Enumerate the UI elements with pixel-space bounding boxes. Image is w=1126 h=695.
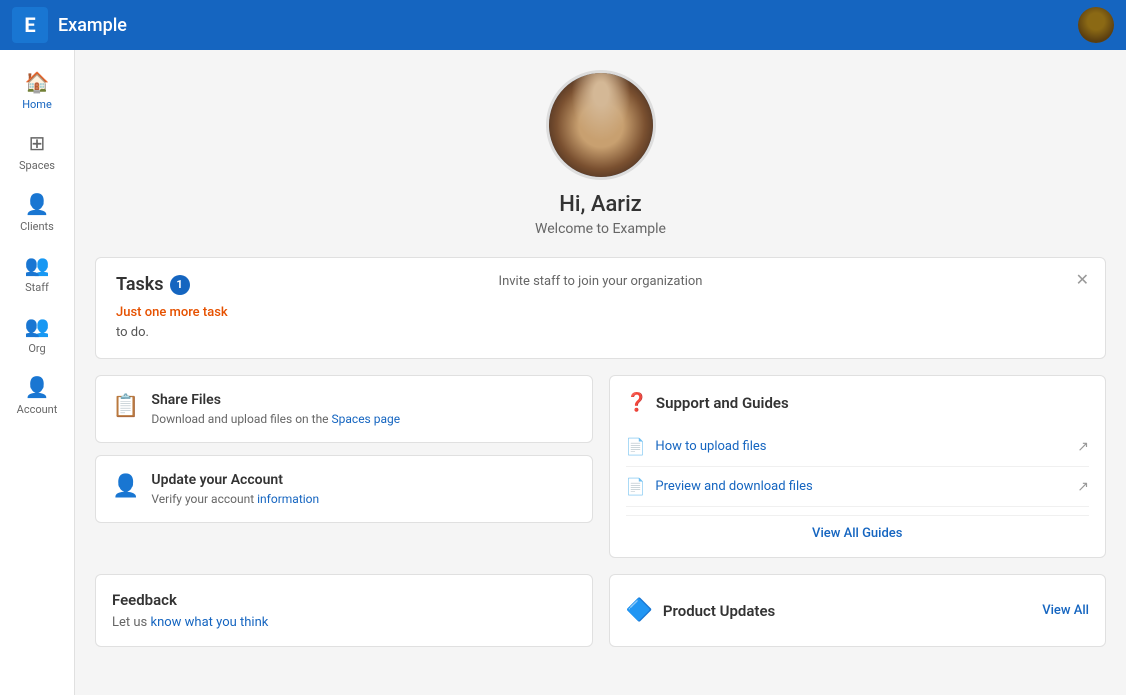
product-updates-title: Product Updates <box>663 602 1032 620</box>
update-account-icon: 👤 <box>112 474 139 499</box>
update-account-desc: Verify your account information <box>151 492 319 506</box>
sidebar-item-label: Staff <box>25 281 49 294</box>
feedback-text: Let us know what you think <box>112 615 576 630</box>
share-files-info: Share Files Download and upload files on… <box>151 392 400 426</box>
guide-text-download: Preview and download files <box>655 479 1067 494</box>
view-all-updates-button[interactable]: View All <box>1042 603 1089 618</box>
tasks-card: Invite staff to join your organization ✕… <box>95 257 1106 359</box>
feedback-card: Feedback Let us know what you think <box>95 574 593 647</box>
header-user-avatar[interactable] <box>1078 7 1114 43</box>
profile-section: Hi, Aariz Welcome to Example <box>95 70 1106 237</box>
update-account-title: Update your Account <box>151 472 319 488</box>
guide-text-upload: How to upload files <box>655 439 1067 454</box>
support-title: Support and Guides <box>656 394 789 412</box>
sidebar-item-home[interactable]: 🏠 Home <box>0 60 74 121</box>
bottom-two-col: Feedback Let us know what you think 🔷 Pr… <box>95 574 1106 647</box>
account-icon: 👤 <box>25 375 50 399</box>
share-files-title: Share Files <box>151 392 400 408</box>
app-title: Example <box>58 15 1078 36</box>
sidebar-item-label: Clients <box>20 220 54 233</box>
org-icon: 👥 <box>25 314 50 338</box>
product-updates-card: 🔷 Product Updates View All <box>609 574 1107 647</box>
app-header: E Example <box>0 0 1126 50</box>
guide-doc-icon-2: 📄 <box>626 477 646 496</box>
clients-icon: 👤 <box>25 192 50 216</box>
spaces-link[interactable]: Spaces page <box>332 412 401 426</box>
feedback-title: Feedback <box>112 591 576 609</box>
staff-icon: 👥 <box>25 253 50 277</box>
profile-subtitle: Welcome to Example <box>535 221 666 237</box>
home-icon: 🏠 <box>25 70 50 94</box>
task-items-col: 📋 Share Files Download and upload files … <box>95 375 593 558</box>
sidebar: 🏠 Home ⊞ Spaces 👤 Clients 👥 Staff 👥 Org … <box>0 50 75 695</box>
two-col-section: 📋 Share Files Download and upload files … <box>95 375 1106 558</box>
avatar-image <box>1078 7 1114 43</box>
guide-item-upload[interactable]: 📄 How to upload files ↗ <box>626 427 1090 467</box>
account-info-link[interactable]: information <box>257 492 319 506</box>
tasks-title: Tasks <box>116 274 164 295</box>
sidebar-item-staff[interactable]: 👥 Staff <box>0 243 74 304</box>
close-button[interactable]: ✕ <box>1076 270 1089 289</box>
feedback-link[interactable]: know what you think <box>150 615 268 630</box>
sidebar-item-org[interactable]: 👥 Org <box>0 304 74 365</box>
sidebar-item-label: Org <box>28 342 45 355</box>
guide-item-download[interactable]: 📄 Preview and download files ↗ <box>626 467 1090 507</box>
question-icon: ❓ <box>626 392 648 413</box>
sidebar-item-label: Home <box>22 98 52 111</box>
profile-avatar <box>546 70 656 180</box>
share-files-icon: 📋 <box>112 394 139 419</box>
view-all-guides-button[interactable]: View All Guides <box>626 515 1090 541</box>
guide-doc-icon-1: 📄 <box>626 437 646 456</box>
update-account-card[interactable]: 👤 Update your Account Verify your accoun… <box>95 455 593 523</box>
product-updates-icon: 🔷 <box>626 598 653 623</box>
sidebar-item-spaces[interactable]: ⊞ Spaces <box>0 121 74 182</box>
app-logo: E <box>12 7 48 43</box>
support-header: ❓ Support and Guides <box>626 392 1090 413</box>
share-files-desc: Download and upload files on the Spaces … <box>151 412 400 426</box>
profile-avatar-image <box>549 73 653 177</box>
spaces-icon: ⊞ <box>29 131 46 155</box>
sidebar-item-account[interactable]: 👤 Account <box>0 365 74 426</box>
tasks-description: Just one more task to do. <box>116 303 1085 342</box>
invite-banner[interactable]: Invite staff to join your organization <box>499 274 703 289</box>
support-card: ❓ Support and Guides 📄 How to upload fil… <box>609 375 1107 558</box>
tasks-desc-line1: Just one more task <box>116 305 228 320</box>
sidebar-item-label: Spaces <box>19 159 55 172</box>
sidebar-item-clients[interactable]: 👤 Clients <box>0 182 74 243</box>
main-content: Hi, Aariz Welcome to Example Invite staf… <box>75 50 1126 695</box>
share-files-card[interactable]: 📋 Share Files Download and upload files … <box>95 375 593 443</box>
tasks-badge: 1 <box>170 275 190 295</box>
external-link-icon-2: ↗ <box>1077 479 1089 495</box>
profile-greeting: Hi, Aariz <box>559 192 642 217</box>
tasks-desc-line2: to do. <box>116 325 149 340</box>
update-account-info: Update your Account Verify your account … <box>151 472 319 506</box>
external-link-icon-1: ↗ <box>1077 439 1089 455</box>
sidebar-item-label: Account <box>17 403 58 416</box>
